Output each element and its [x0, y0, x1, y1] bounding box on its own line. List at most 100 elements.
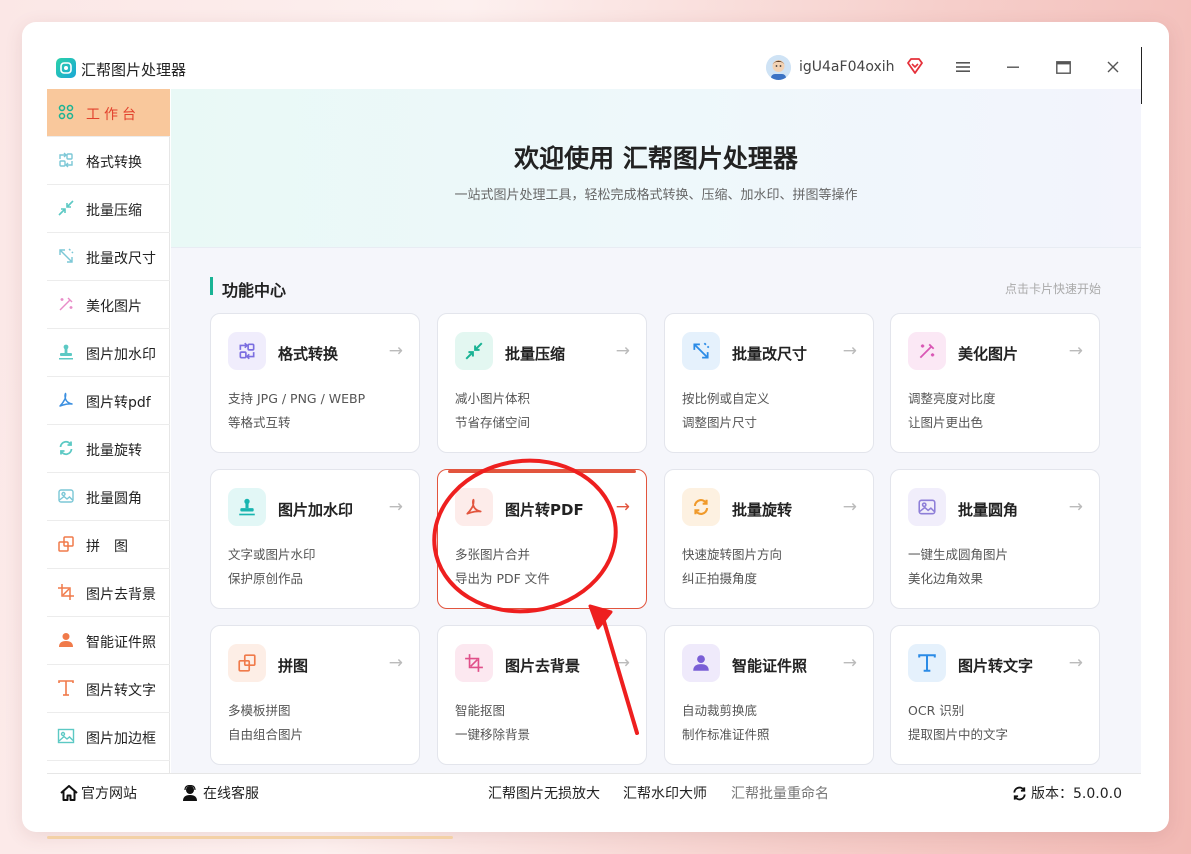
convert-icon — [228, 332, 266, 370]
card-description: 文字或图片水印 — [228, 547, 316, 562]
sidebar-item-format-convert[interactable]: 格式转换 — [47, 137, 170, 185]
arrow-right-icon: → — [1068, 497, 1083, 517]
card-description: 自动裁剪换底 — [682, 703, 758, 718]
card-description: 调整亮度对比度 — [908, 391, 996, 406]
sidebar-item-label: 图片去背景 — [86, 587, 156, 603]
card-description: 智能抠图 — [455, 703, 506, 718]
card-description: 快速旋转图片方向 — [682, 547, 783, 562]
sidebar-item-batch-resize[interactable]: 批量改尺寸 — [47, 233, 170, 281]
card-round-corner[interactable]: 批量圆角 → 一键生成圆角图片 美化边角效果 — [890, 469, 1100, 609]
card-description: 多张图片合并 — [455, 547, 531, 562]
sidebar-item-workbench[interactable]: 工作台 — [47, 89, 170, 137]
card-id-photo[interactable]: 智能证件照 → 自动裁剪换底 制作标准证件照 — [664, 625, 874, 765]
card-remove-bg[interactable]: 图片去背景 → 智能抠图 一键移除背景 — [437, 625, 647, 765]
sidebar-item-batch-compress[interactable]: 批量压缩 — [47, 185, 170, 233]
sidebar-item-remove-bg[interactable]: 图片去背景 — [47, 569, 170, 617]
sidebar-item-id-photo[interactable]: 智能证件照 — [47, 617, 170, 665]
menu-icon[interactable] — [953, 57, 973, 77]
card-description: 美化边角效果 — [908, 571, 984, 586]
rotate-icon — [57, 439, 75, 457]
welcome-banner: 欢迎使用 汇帮图片处理器 一站式图片处理工具，轻松完成格式转换、压缩、加水印、拼… — [171, 89, 1141, 248]
arrow-right-icon: → — [842, 653, 857, 673]
watermark-icon — [228, 488, 266, 526]
close-icon[interactable] — [1103, 57, 1123, 77]
card-description: 让图片更出色 — [908, 415, 984, 430]
sidebar-item-ocr[interactable]: 图片转文字 — [47, 665, 170, 713]
card-description: 一键移除背景 — [455, 727, 531, 742]
convert-icon — [57, 151, 75, 169]
card-title: 批量圆角 — [958, 501, 1019, 519]
card-ocr[interactable]: 图片转文字 → OCR 识别 提取图片中的文字 — [890, 625, 1100, 765]
resize-icon — [57, 247, 75, 265]
rotate-icon — [682, 488, 720, 526]
sidebar-item-puzzle[interactable]: 拼 图 — [47, 521, 170, 569]
watermark-icon — [57, 343, 75, 361]
card-beautify[interactable]: 美化图片 → 调整亮度对比度 让图片更出色 — [890, 313, 1100, 453]
sidebar-item-label: 智能证件照 — [86, 635, 156, 651]
card-format-convert[interactable]: 格式转换 → 支持 JPG / PNG / WEBP 等格式互转 — [210, 313, 420, 453]
app-title: 汇帮图片处理器 — [81, 61, 187, 79]
official-website-label: 官方网站 — [81, 786, 137, 802]
sidebar-item-batch-rotate[interactable]: 批量旋转 — [47, 425, 170, 473]
sidebar-item-label: 图片加边框 — [86, 731, 156, 747]
text-icon — [908, 644, 946, 682]
person-icon — [57, 631, 75, 649]
crop-icon — [455, 644, 493, 682]
minimize-icon[interactable] — [1003, 57, 1023, 77]
online-support-label: 在线客服 — [203, 786, 259, 802]
arrow-right-icon: → — [388, 653, 403, 673]
beautify-icon — [908, 332, 946, 370]
card-watermark[interactable]: 图片加水印 → 文字或图片水印 保护原创作品 — [210, 469, 420, 609]
sidebar-item-label: 批量压缩 — [86, 203, 142, 219]
card-description: 节省存储空间 — [455, 415, 531, 430]
round-corner-icon — [908, 488, 946, 526]
sidebar-item-watermark[interactable]: 图片加水印 — [47, 329, 170, 377]
version-info[interactable]: 版本：5.0.0.0 — [1011, 783, 1122, 803]
arrow-right-icon: → — [388, 497, 403, 517]
username[interactable]: igU4aF04oxih — [799, 59, 895, 75]
card-description: OCR 识别 — [908, 703, 965, 718]
sidebar-item-beautify[interactable]: 美化图片 — [47, 281, 170, 329]
welcome-title: 欢迎使用 汇帮图片处理器 — [514, 144, 798, 173]
arrow-right-icon: → — [842, 497, 857, 517]
sidebar-item-label: 图片加水印 — [86, 347, 156, 363]
card-batch-rotate[interactable]: 批量旋转 → 快速旋转图片方向 纠正拍摄角度 — [664, 469, 874, 609]
home-icon — [60, 785, 78, 801]
footer-link-lossless-upscale[interactable]: 汇帮图片无损放大 — [488, 783, 600, 803]
sidebar-item-label: 拼 图 — [86, 539, 128, 555]
sidebar-item-round-corner[interactable]: 批量圆角 — [47, 473, 170, 521]
card-batch-resize[interactable]: 批量改尺寸 → 按比例或自定义 调整图片尺寸 — [664, 313, 874, 453]
text-icon — [57, 679, 75, 697]
card-title: 图片转文字 — [958, 657, 1034, 675]
avatar[interactable] — [766, 55, 791, 80]
card-description: 保护原创作品 — [228, 571, 304, 586]
official-website-link[interactable]: 官方网站 — [60, 783, 137, 803]
decorative-line — [47, 836, 453, 839]
card-to-pdf[interactable]: 图片转PDF → 多张图片合并 导出为 PDF 文件 — [437, 469, 647, 609]
card-batch-compress[interactable]: 批量压缩 → 减小图片体积 节省存储空间 — [437, 313, 647, 453]
card-title: 拼图 — [278, 657, 309, 675]
footer-link-watermark-master[interactable]: 汇帮水印大师 — [623, 783, 707, 803]
compress-icon — [455, 332, 493, 370]
footer-link-batch-rename[interactable]: 汇帮批量重命名 — [731, 783, 829, 803]
card-description: 提取图片中的文字 — [908, 727, 1009, 742]
version-label: 版本：5.0.0.0 — [1031, 786, 1122, 802]
refresh-icon — [1011, 785, 1028, 802]
grid-icon — [57, 103, 75, 121]
arrow-right-icon: → — [615, 497, 630, 517]
card-description: 调整图片尺寸 — [682, 415, 758, 430]
app-window: 汇帮图片处理器 igU4aF04oxih 工作台 格式转换 批量压缩 批量改尺寸… — [47, 47, 1141, 807]
card-title: 图片转PDF — [505, 501, 584, 519]
person-icon — [682, 644, 720, 682]
maximize-icon[interactable] — [1053, 57, 1073, 77]
beautify-icon — [57, 295, 75, 313]
vip-diamond-icon[interactable] — [906, 57, 924, 75]
online-support-link[interactable]: 在线客服 — [181, 783, 259, 803]
card-title: 智能证件照 — [732, 657, 808, 675]
card-puzzle[interactable]: 拼图 → 多模板拼图 自由组合图片 — [210, 625, 420, 765]
main-content: 欢迎使用 汇帮图片处理器 一站式图片处理工具，轻松完成格式转换、压缩、加水印、拼… — [171, 89, 1141, 773]
sidebar-item-to-pdf[interactable]: 图片转pdf — [47, 377, 170, 425]
frame-icon — [57, 727, 75, 745]
arrow-right-icon: → — [615, 341, 630, 361]
sidebar-item-add-frame[interactable]: 图片加边框 — [47, 713, 170, 761]
